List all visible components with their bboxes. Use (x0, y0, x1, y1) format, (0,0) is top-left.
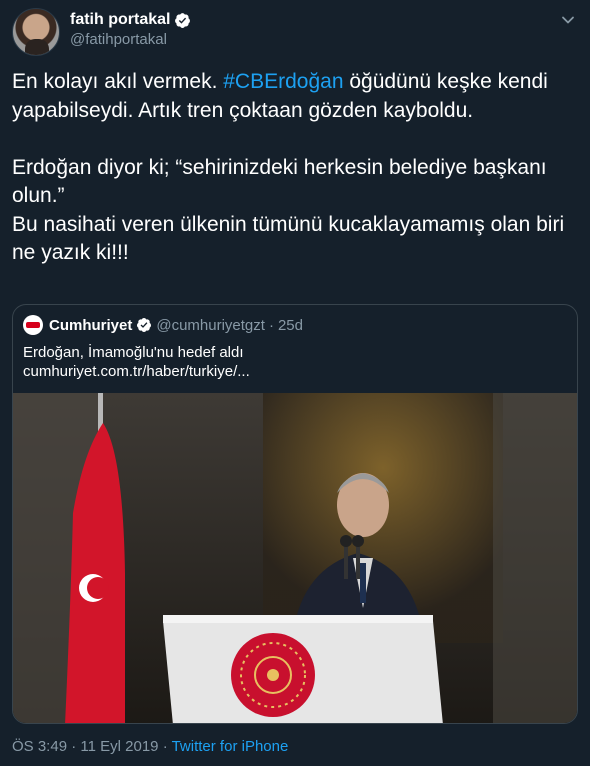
quoted-author-handle[interactable]: @cumhuriyetgzt (156, 317, 265, 334)
quoted-tweet-photo[interactable] (13, 393, 578, 724)
cumhuriyet-logo-icon (23, 315, 43, 335)
footer-separator-2: · (162, 738, 168, 755)
tweet-text-start: En kolayı akıl vermek. (12, 70, 224, 93)
footer-separator: · (71, 738, 77, 755)
author-display-name[interactable]: fatih portakal (70, 10, 170, 30)
quoted-timestamp[interactable]: 25d (278, 317, 303, 334)
tweet-time[interactable]: ÖS 3:49 (12, 738, 67, 755)
quoted-tweet-card[interactable]: Cumhuriyet @cumhuriyetgzt · 25d Erdoğan,… (12, 304, 578, 724)
tweet-header: fatih portakal @fatihportakal (12, 8, 578, 56)
tweet-date[interactable]: 11 Eyl 2019 (80, 738, 158, 755)
author-display-name-row[interactable]: fatih portakal (70, 10, 191, 30)
author-avatar[interactable] (12, 8, 60, 56)
verified-badge-icon (175, 12, 191, 28)
author-names: fatih portakal @fatihportakal (70, 10, 191, 50)
chevron-down-icon[interactable] (560, 12, 576, 28)
quoted-separator: · (268, 316, 274, 334)
tweet-source-link[interactable]: Twitter for iPhone (172, 738, 289, 755)
quoted-author-name[interactable]: Cumhuriyet (49, 317, 132, 334)
hashtag-link[interactable]: #CBErdoğan (223, 70, 343, 93)
quoted-tweet-link[interactable]: cumhuriyet.com.tr/haber/turkiye/... (23, 362, 250, 382)
tweet-text-rest: öğüdünü keşke kendi yapabilseydi. Artık … (12, 70, 565, 264)
quoted-tweet-text: Erdoğan, İmamoğlu'nu hedef aldı (23, 344, 244, 361)
tweet-footer: ÖS 3:49 · 11 Eyl 2019 · Twitter for iPho… (12, 737, 288, 757)
tweet-text: En kolayı akıl vermek. #CBErdoğan öğüdün… (12, 68, 580, 268)
author-handle[interactable]: @fatihportakal (70, 30, 191, 50)
quoted-tweet-header: Cumhuriyet @cumhuriyetgzt · 25d (23, 315, 303, 335)
verified-badge-icon (137, 318, 152, 332)
